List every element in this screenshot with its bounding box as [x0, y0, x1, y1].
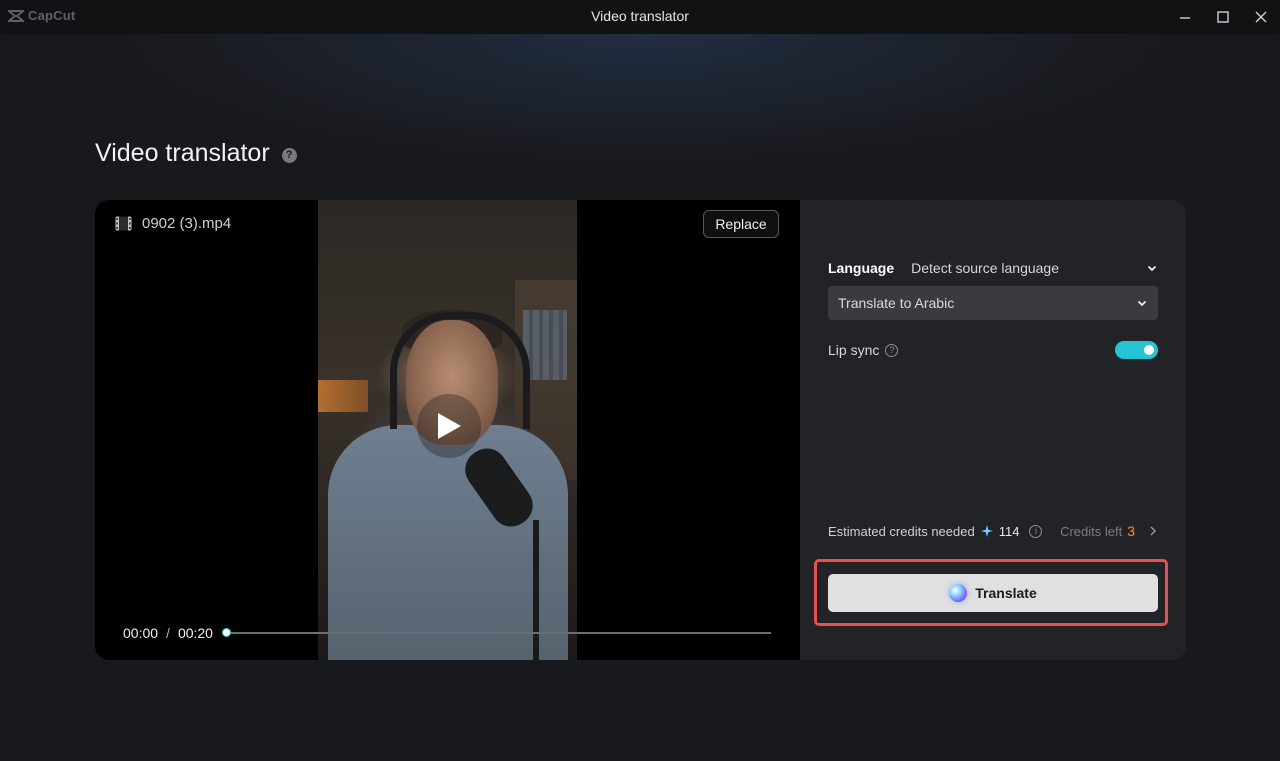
language-label: Language: [828, 260, 894, 276]
page-title: Video translator ?: [95, 139, 297, 168]
duration: 00:20: [178, 625, 213, 641]
credits-info-icon[interactable]: i: [1029, 525, 1042, 538]
target-language-select[interactable]: Translate to Arabic: [828, 286, 1158, 320]
lip-sync-row: Lip sync ?: [828, 341, 1158, 359]
translate-button[interactable]: Translate: [828, 574, 1158, 612]
lip-sync-label: Lip sync: [828, 342, 879, 358]
window-title: Video translator: [0, 8, 1280, 24]
credits-left[interactable]: Credits left 3: [1060, 523, 1158, 539]
replace-button[interactable]: Replace: [703, 210, 779, 238]
sparkle-icon: [981, 525, 993, 537]
credits-row: Estimated credits needed 114 i Credits l…: [828, 522, 1158, 540]
play-icon: [435, 411, 463, 441]
video-frame: [318, 200, 577, 660]
video-preview[interactable]: 0902 (3).mp4 Replace 00:00 / 00:20: [95, 200, 800, 660]
chevron-down-icon: [1146, 262, 1158, 274]
translate-label: Translate: [975, 585, 1036, 601]
estimated-credits-label: Estimated credits needed: [828, 524, 975, 539]
microphone-stand: [533, 520, 539, 660]
credits-left-value: 3: [1127, 523, 1135, 539]
maximize-icon: [1216, 10, 1230, 24]
close-button[interactable]: [1242, 0, 1280, 34]
lip-sync-help-icon[interactable]: ?: [885, 344, 898, 357]
minimize-button[interactable]: [1166, 0, 1204, 34]
window-controls: [1166, 0, 1280, 34]
speaker-torso: [328, 425, 568, 660]
source-language-value: Detect source language: [911, 260, 1146, 276]
seek-handle[interactable]: [222, 628, 231, 637]
background-lamp: [318, 380, 368, 412]
film-icon: [115, 216, 132, 231]
lip-sync-toggle[interactable]: [1115, 341, 1158, 359]
chevron-down-icon: [1136, 297, 1148, 309]
maximize-button[interactable]: [1204, 0, 1242, 34]
title-bar: CapCut Video translator: [0, 0, 1280, 34]
seek-bar[interactable]: [226, 632, 771, 634]
file-info: 0902 (3).mp4: [115, 215, 231, 232]
minimize-icon: [1178, 10, 1192, 24]
file-name: 0902 (3).mp4: [142, 215, 231, 232]
source-language-select[interactable]: Language Detect source language: [828, 259, 1158, 277]
chevron-right-icon: [1148, 526, 1158, 536]
close-icon: [1254, 10, 1268, 24]
current-time: 00:00: [123, 625, 158, 641]
ai-orb-icon: [949, 584, 967, 602]
page-title-text: Video translator: [95, 139, 270, 168]
help-icon[interactable]: ?: [282, 148, 297, 163]
credits-left-label: Credits left: [1060, 524, 1122, 539]
play-button[interactable]: [417, 394, 481, 458]
time-separator: /: [166, 625, 170, 641]
timecode: 00:00 / 00:20: [123, 625, 213, 641]
target-language-value: Translate to Arabic: [838, 295, 1136, 311]
estimated-credits-value: 114: [999, 524, 1020, 539]
